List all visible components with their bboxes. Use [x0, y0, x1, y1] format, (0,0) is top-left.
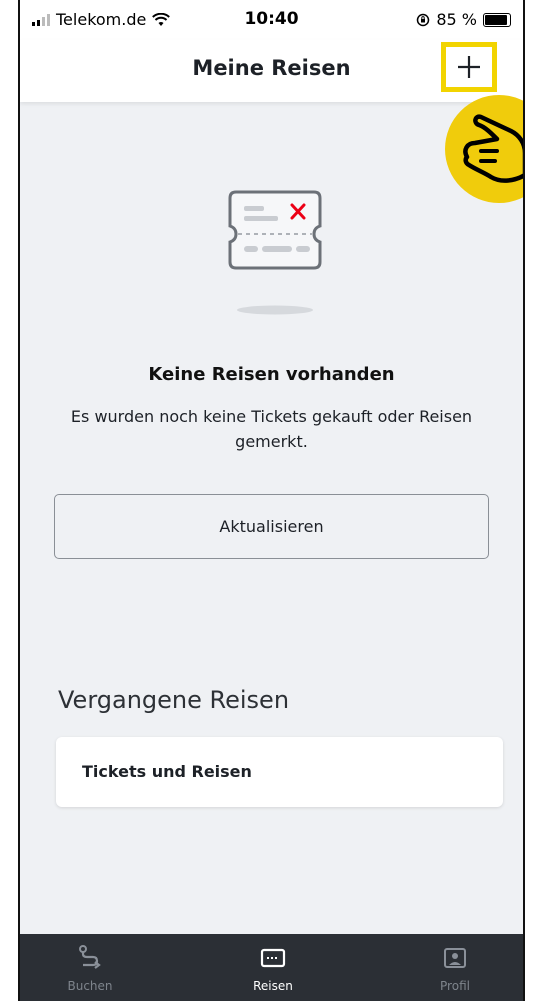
- battery-icon: [483, 12, 511, 27]
- add-trip-button[interactable]: [441, 42, 497, 92]
- tab-reisen[interactable]: Reisen: [203, 934, 343, 1001]
- empty-state-title: Keine Reisen vorhanden: [148, 364, 395, 385]
- tab-label-reisen: Reisen: [253, 979, 293, 993]
- card-label: Tickets und Reisen: [82, 762, 252, 781]
- phone-screen: Telekom.de 10:40 85 % Meine Reisen Keine…: [18, 0, 525, 1001]
- navigation-bar: Meine Reisen: [20, 40, 523, 102]
- battery-percent: 85 %: [436, 10, 477, 29]
- tab-label-buchen: Buchen: [67, 979, 113, 993]
- profile-icon: [444, 948, 466, 968]
- status-right: 85 %: [416, 10, 511, 29]
- tickets-and-trips-card[interactable]: Tickets und Reisen: [56, 737, 503, 807]
- past-trips-heading: Vergangene Reisen: [58, 686, 290, 714]
- tab-buchen[interactable]: Buchen: [20, 934, 160, 1001]
- tab-profil[interactable]: Profil: [385, 934, 523, 1001]
- empty-ticket-illustration: [220, 188, 330, 318]
- plus-icon: [458, 56, 480, 78]
- ticket-cancel-icon: [228, 190, 322, 315]
- orientation-lock-icon: [417, 13, 430, 26]
- status-bar: Telekom.de 10:40 85 %: [20, 0, 523, 40]
- pointing-hand-icon: [463, 114, 523, 183]
- route-icon: [79, 945, 101, 969]
- ticket-icon: [260, 948, 286, 968]
- empty-state-text: Es wurden noch keine Tickets gekauft ode…: [70, 407, 473, 451]
- tab-label-profil: Profil: [440, 979, 470, 993]
- refresh-button[interactable]: Aktualisieren: [54, 494, 489, 559]
- pointing-hand-hint: [445, 95, 523, 203]
- tab-bar: Buchen Reisen Profil: [20, 934, 523, 1001]
